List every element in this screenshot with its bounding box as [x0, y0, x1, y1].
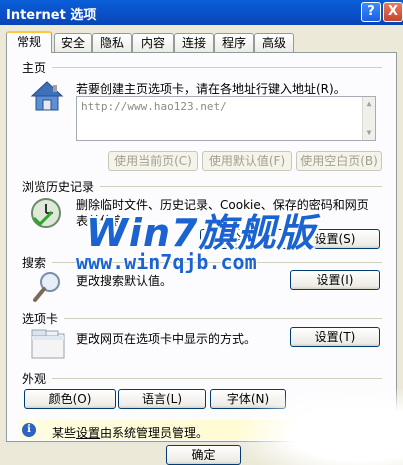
tab-window-icon: [31, 329, 65, 359]
window-title: Internet 选项: [6, 8, 97, 23]
admin-notice-text: 某些设置由系统管理员管理。: [52, 424, 208, 441]
notice-prefix: 某些: [52, 426, 77, 440]
colors-button[interactable]: 颜色(O): [24, 389, 116, 409]
tab-advanced[interactable]: 高级: [254, 33, 294, 52]
homepage-section-label: 主页: [22, 61, 47, 75]
tab-privacy[interactable]: 隐私: [92, 33, 132, 52]
tab-programs[interactable]: 程序: [214, 33, 254, 52]
tab-security[interactable]: 安全: [54, 33, 92, 52]
notice-suffix: 由系统管理员管理。: [100, 426, 209, 440]
homepage-divider: [52, 67, 382, 68]
homepage-url-value: http://www.hao123.net/: [81, 100, 227, 113]
scroll-up-icon[interactable]: ▲: [363, 97, 375, 111]
search-description: 更改搜索默认值。: [76, 274, 173, 288]
use-current-button[interactable]: 使用当前页(C): [108, 151, 198, 171]
use-default-button[interactable]: 使用默认值(F): [202, 151, 292, 171]
history-divider: [100, 186, 382, 187]
watermark-glare: [238, 388, 403, 465]
history-clock-icon: [31, 198, 61, 228]
watermark-url: www.win7qjb.com: [76, 250, 257, 274]
close-button[interactable]: X: [383, 2, 403, 22]
search-settings-button[interactable]: 设置(I): [290, 270, 380, 290]
notice-settings-link[interactable]: 设置: [76, 426, 100, 440]
tab-connections[interactable]: 连接: [174, 33, 214, 52]
languages-button[interactable]: 语言(L): [118, 389, 206, 409]
scroll-down-icon[interactable]: ▼: [363, 126, 375, 140]
tabs-divider: [64, 318, 382, 319]
tab-general[interactable]: 常规: [6, 31, 52, 53]
tab-content[interactable]: 内容: [132, 33, 174, 52]
title-bar: Internet 选项 ? X: [0, 0, 403, 25]
url-scrollbar[interactable]: ▲ ▼: [362, 97, 375, 140]
use-blank-button[interactable]: 使用空白页(B): [296, 151, 382, 171]
help-button[interactable]: ?: [361, 2, 381, 22]
magnifier-icon: [33, 272, 60, 302]
homepage-url-field[interactable]: http://www.hao123.net/ ▲ ▼: [76, 96, 376, 141]
appearance-divider: [52, 378, 382, 379]
appearance-section-label: 外观: [22, 372, 47, 386]
search-section-label: 搜索: [22, 256, 47, 270]
ok-button[interactable]: 确定: [166, 445, 241, 465]
tabs-settings-button[interactable]: 设置(T): [290, 327, 380, 347]
info-icon: i: [22, 423, 36, 437]
history-section-label: 浏览历史记录: [22, 180, 95, 194]
homepage-description: 若要创建主页选项卡，请在各地址行键入地址(R)。: [76, 82, 346, 96]
house-icon: [30, 81, 64, 111]
tabs-description: 更改网页在选项卡中显示的方式。: [76, 332, 257, 346]
tabs-section-label: 选项卡: [22, 312, 59, 326]
watermark-logo: Win7旗舰版: [86, 211, 316, 255]
